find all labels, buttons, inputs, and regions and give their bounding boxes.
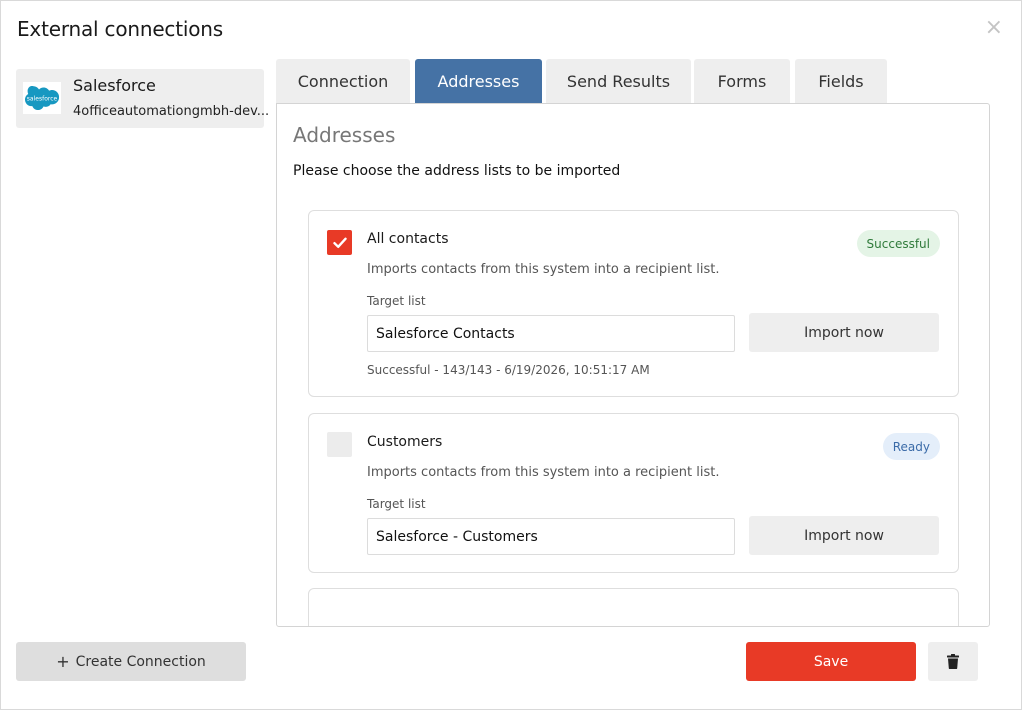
tab-send-results[interactable]: Send Results <box>546 59 691 104</box>
connection-subtitle: 4officeautomationgmbh-dev... <box>73 104 270 119</box>
tab-forms[interactable]: Forms <box>694 59 790 104</box>
plus-icon: + <box>56 652 70 671</box>
tab-addresses[interactable]: Addresses <box>415 59 542 104</box>
tab-fields[interactable]: Fields <box>795 59 887 104</box>
save-button[interactable]: Save <box>746 642 916 681</box>
sidebar-item-salesforce[interactable]: salesforce Salesforce 4officeautomationg… <box>16 69 269 128</box>
panel-title: Addresses <box>293 123 396 147</box>
close-icon[interactable]: × <box>985 17 1003 39</box>
list-description: Imports contacts from this system into a… <box>367 465 720 480</box>
all-contacts-checkbox[interactable] <box>327 230 352 255</box>
address-list-card-partial <box>308 588 959 626</box>
panel-description: Please choose the address lists to be im… <box>293 163 621 179</box>
tab-connection[interactable]: Connection <box>276 59 410 104</box>
svg-text:salesforce: salesforce <box>27 96 58 103</box>
external-connections-dialog: External connections × salesforce Salesf… <box>0 0 1022 710</box>
address-list-card-customers: Customers Ready Imports contacts from th… <box>308 413 959 573</box>
target-list-input[interactable]: Salesforce Contacts <box>367 315 735 352</box>
customers-checkbox[interactable] <box>327 432 352 457</box>
delete-button[interactable] <box>928 642 978 681</box>
target-list-label: Target list <box>367 294 426 308</box>
address-list-card-all-contacts: All contacts Successful Imports contacts… <box>308 210 959 397</box>
addresses-panel: Addresses Please choose the address list… <box>276 103 990 627</box>
create-connection-button[interactable]: + Create Connection <box>16 642 246 681</box>
list-title: Customers <box>367 434 443 450</box>
connection-name: Salesforce <box>73 76 156 95</box>
trash-icon <box>947 654 959 669</box>
target-list-input[interactable]: Salesforce - Customers <box>367 518 735 555</box>
list-title: All contacts <box>367 231 449 247</box>
list-description: Imports contacts from this system into a… <box>367 262 720 277</box>
salesforce-logo-icon: salesforce <box>23 82 61 114</box>
dialog-title: External connections <box>17 17 223 41</box>
target-list-label: Target list <box>367 497 426 511</box>
import-status-text: Successful - 143/143 - 6/19/2026, 10:51:… <box>367 363 650 377</box>
status-badge: Ready <box>882 433 940 460</box>
status-badge: Successful <box>856 230 940 257</box>
import-now-button[interactable]: Import now <box>749 313 939 352</box>
create-connection-label: Create Connection <box>75 653 206 670</box>
checkmark-icon <box>332 237 347 248</box>
import-now-button[interactable]: Import now <box>749 516 939 555</box>
